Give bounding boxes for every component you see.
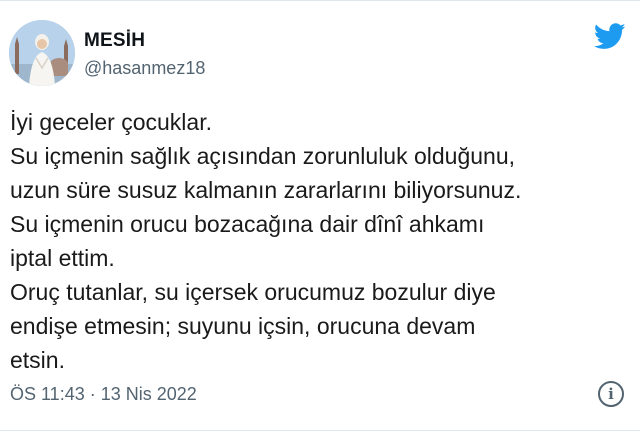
tweet-line: Oruç tutanlar, su içersek orucumuz bozul… bbox=[10, 279, 496, 305]
twitter-logo-graphic bbox=[593, 23, 626, 49]
tweet-text: İyi geceler çocuklar. Su içmenin sağlık … bbox=[10, 105, 630, 377]
author-display-name[interactable]: MESİH bbox=[84, 30, 145, 52]
tweet-timestamp[interactable]: ÖS 11:43 · 13 Nis 2022 bbox=[10, 384, 197, 405]
avatar[interactable] bbox=[9, 20, 75, 86]
tweet-card: MESİH @hasanmez18 İyi geceler çocuklar. … bbox=[0, 0, 640, 431]
tweet-line: Su içmenin orucu bozacağına dair dînî ah… bbox=[10, 211, 485, 237]
tweet-line: Su içmenin sağlık açısından zorunluluk o… bbox=[10, 143, 516, 169]
tweet-line: uzun süre susuz kalmanın zararlarını bil… bbox=[10, 177, 522, 203]
tweet-line: İyi geceler çocuklar. bbox=[10, 109, 212, 135]
info-icon[interactable]: i bbox=[598, 381, 624, 407]
avatar-image bbox=[9, 20, 75, 86]
tweet-line: etsin. bbox=[10, 347, 65, 373]
tweet-line: endişe etmesin; suyunu içsin, orucuna de… bbox=[10, 313, 476, 339]
twitter-bird-icon[interactable] bbox=[593, 23, 626, 50]
author-handle[interactable]: @hasanmez18 bbox=[84, 58, 205, 79]
tweet-line: iptal ettim. bbox=[10, 245, 115, 271]
